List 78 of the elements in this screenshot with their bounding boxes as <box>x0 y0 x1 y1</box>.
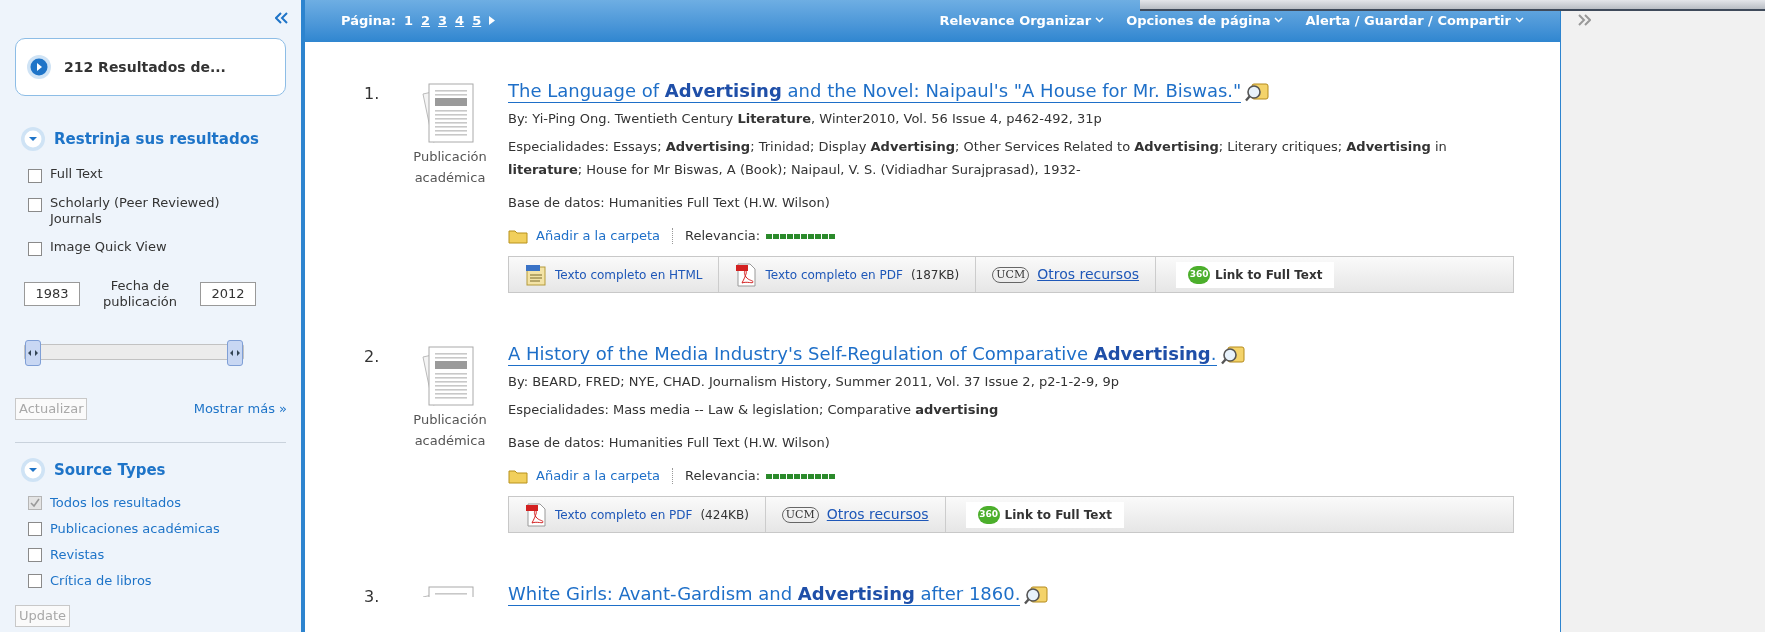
result-number: 2. <box>363 346 381 368</box>
file-size: (187KB) <box>910 266 960 284</box>
checkbox[interactable] <box>28 169 42 183</box>
full-text-link[interactable]: Texto completo en HTML <box>555 265 703 284</box>
full-text-link[interactable]: Otros recursos <box>826 504 929 525</box>
relevance-label: Relevancia: <box>685 467 761 486</box>
source-type-link[interactable]: Revistas <box>50 547 105 563</box>
page-label: Página: <box>341 11 396 30</box>
result-title-link[interactable]: The Language of Advertising and the Novel: Naipaul's "A House for Mr. Biswas." <box>508 80 1242 103</box>
date-range-label: Fecha de publicación <box>101 278 178 310</box>
full-text-link[interactable]: Texto completo en PDF <box>555 505 693 524</box>
page-link[interactable]: 2 <box>421 10 431 30</box>
year-from-field[interactable]: 1983 <box>24 282 80 306</box>
pdf-icon <box>735 262 758 287</box>
chevron-down-icon <box>1095 17 1105 24</box>
page-link[interactable]: 1 <box>403 10 413 30</box>
html-document-icon <box>525 263 547 286</box>
checkbox[interactable] <box>28 198 42 212</box>
add-to-folder-link[interactable]: Añadir a la carpeta <box>536 226 661 246</box>
checkbox[interactable] <box>28 522 42 536</box>
collapse-sidebar-icon[interactable] <box>275 12 289 24</box>
logo-badge: 360 <box>1188 265 1211 284</box>
next-page-icon[interactable] <box>489 15 496 25</box>
slider-handle[interactable] <box>227 340 243 366</box>
page-link[interactable]: 4 <box>455 10 465 30</box>
result-database: Base de datos: Humanities Full Text (H.W. Wilson) <box>508 433 831 452</box>
full-text-link[interactable]: Otros recursos <box>1037 264 1140 285</box>
chevron-down-icon <box>1274 17 1284 24</box>
file-size: (424KB) <box>700 506 749 524</box>
result-title-link[interactable]: White Girls: Avant-Gardism and Advertising after 1860. <box>508 583 1021 606</box>
results-summary: 212 Resultados de... <box>64 57 226 77</box>
result-byline: By: BEARD, FRED; NYE, CHAD. Journalism History, Summer 2011, Vol. 37 Issue 2, p2-1-2-9, 9p <box>508 373 1121 391</box>
preview-icon[interactable] <box>1024 584 1049 605</box>
results-summary-card[interactable]: 212 Resultados de... <box>15 38 286 96</box>
result-byline: By: Yi-Ping Ong. Twentieth Century Literature, Winter2010, Vol. 56 Issue 4, p462-492, 31p <box>508 110 1103 128</box>
section-heading: Restrinja sus resultados <box>54 128 259 150</box>
checkmark-icon <box>30 498 40 508</box>
full-text-link[interactable]: Texto completo en PDF <box>765 265 903 284</box>
folder-icon <box>508 468 528 484</box>
pdf-icon <box>525 502 547 527</box>
relevance-label: Relevancia: <box>685 227 761 246</box>
result-number: 1. <box>363 83 381 105</box>
publication-type-label: Publicación académica <box>412 411 488 450</box>
add-to-folder-link[interactable]: Añadir a la carpeta <box>536 466 661 486</box>
checkbox[interactable] <box>28 242 42 256</box>
play-icon <box>26 54 52 80</box>
page-link[interactable]: 5 <box>472 10 482 30</box>
preview-icon[interactable] <box>1245 81 1270 102</box>
source-type-link[interactable]: Crítica de libros <box>50 573 152 589</box>
page-link[interactable]: 3 <box>438 10 448 30</box>
toolbar-menu[interactable]: Relevance Organizar <box>939 10 1105 30</box>
chevron-down-icon <box>1515 17 1524 24</box>
filter-option-label[interactable]: Image Quick View <box>50 239 250 255</box>
folder-icon <box>508 228 528 244</box>
logo-badge: 360 <box>977 505 1000 524</box>
expand-panel-icon[interactable] <box>1577 14 1591 26</box>
result-subjects: Especialidades: Mass media -- Law & legislation; Comparative advertising <box>508 400 1000 419</box>
result-number: 3. <box>363 586 381 608</box>
year-to-field[interactable]: 2012 <box>200 282 256 306</box>
preview-icon[interactable] <box>1220 344 1245 365</box>
collapse-icon[interactable] <box>20 457 46 483</box>
checkbox[interactable] <box>28 574 42 588</box>
link-to-full-text-button[interactable]: 360 Link to Full Text <box>1176 261 1335 288</box>
result-database: Base de datos: Humanities Full Text (H.W. Wilson) <box>508 193 831 212</box>
result-title-link[interactable]: A History of the Media Industry's Self-Regulation of Comparative Advertising. <box>508 343 1217 366</box>
toolbar-menu[interactable]: Alerta / Guardar / Compartir <box>1305 10 1524 30</box>
result-subjects: Especialidades: Essays; Advertising; Trinidad; Display Advertising; Other Services Related to Advertising; Literary critiques; Advertising in literature; House for Mr Biswas, A (Book); Naipaul, V. S. (Vidiadhar Surajprasad), 1932- <box>508 137 1448 179</box>
publication-type-label: Publicación académica <box>412 148 488 187</box>
toolbar-menu[interactable]: Opciones de página <box>1126 10 1284 30</box>
slider-handle[interactable] <box>25 340 41 366</box>
filter-option-label[interactable]: Scholarly (Peer Reviewed) Journals <box>50 195 250 227</box>
checkbox[interactable] <box>28 548 42 562</box>
link-to-full-text-button[interactable]: 360 Link to Full Text <box>965 501 1124 528</box>
show-more-link[interactable]: Mostrar más » <box>193 399 287 419</box>
section-heading: Source Types <box>54 459 166 481</box>
source-type-link[interactable]: Publicaciones académicas <box>50 521 220 537</box>
collapse-icon[interactable] <box>20 126 46 152</box>
filter-option-label[interactable]: Full Text <box>50 166 250 182</box>
